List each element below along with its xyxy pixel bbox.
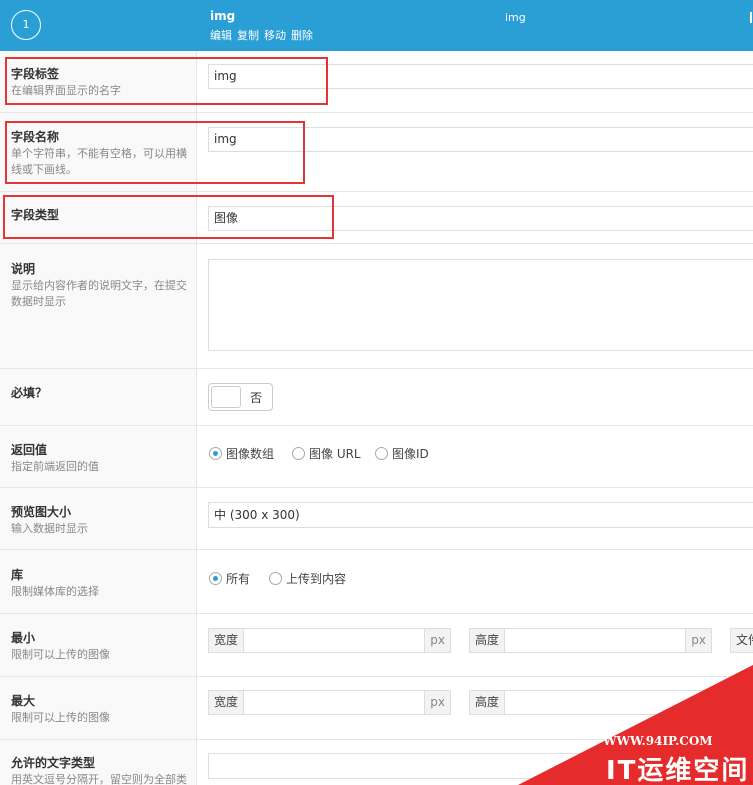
header-edge-marker (750, 12, 752, 23)
row-required: 必填？ 否 (0, 369, 753, 426)
row-return-value: 返回值 指定前端返回的值 图像数组 图像 URL 图像ID (0, 426, 753, 488)
field-header[interactable]: 1 img 编辑 复制 移动 删除 img (0, 0, 753, 51)
instructions-desc: 显示给内容作者的说明文字，在提交数据时显示 (11, 279, 187, 308)
radio-label: 图像 URL (309, 447, 361, 461)
toggle-text: 否 (250, 391, 263, 405)
radio-dot (209, 447, 222, 460)
library-option-all[interactable]: 所有 (209, 570, 250, 587)
highlight-box-label (5, 57, 328, 105)
required-toggle[interactable]: 否 (208, 383, 273, 411)
field-order-badge: 1 (11, 10, 41, 40)
field-label-title[interactable]: img (210, 9, 235, 23)
row-min: 最小 限制可以上传的图像 宽度 px 高度 px 文件 (0, 614, 753, 677)
return-option-url[interactable]: 图像 URL (292, 445, 361, 462)
file-prefix: 文件 (731, 629, 753, 652)
highlight-box-name (5, 121, 305, 184)
mime-desc: 用英文逗号分隔开，留空则为全部类 (11, 773, 187, 785)
row-max: 最大 限制可以上传的图像 宽度 px 高度 (0, 677, 753, 740)
radio-label: 所有 (226, 572, 251, 586)
mime-title: 允许的文字类型 (11, 756, 96, 770)
row-mime-types: 允许的文字类型 用英文逗号分隔开，留空则为全部类 (0, 740, 753, 785)
max-height-input[interactable]: 高度 (469, 690, 712, 715)
min-title: 最小 (11, 631, 36, 645)
highlight-box-type (3, 195, 334, 239)
instructions-textarea[interactable] (208, 259, 753, 351)
duplicate-link[interactable]: 复制 (237, 29, 259, 42)
max-width-input[interactable]: 宽度 px (208, 690, 451, 715)
radio-dot (292, 447, 305, 460)
width-prefix: 宽度 (209, 629, 245, 652)
radio-dot (375, 447, 388, 460)
height-prefix: 高度 (470, 691, 506, 714)
radio-label: 上传到内容 (286, 572, 347, 586)
preview-title: 预览图大小 (11, 505, 72, 519)
field-name-title: img (505, 11, 526, 24)
row-preview-size: 预览图大小 输入数据时显示 中 (300 x 300) (0, 488, 753, 550)
radio-label: 图像ID (392, 447, 429, 461)
row-label-cell (0, 550, 197, 613)
preview-size-select[interactable]: 中 (300 x 300) (208, 502, 753, 528)
radio-dot (269, 572, 282, 585)
library-title: 库 (11, 568, 24, 582)
row-library: 库 限制媒体库的选择 所有 上传到内容 (0, 550, 753, 614)
library-desc: 限制媒体库的选择 (11, 585, 99, 598)
preview-desc: 输入数据时显示 (11, 522, 88, 535)
max-title: 最大 (11, 694, 36, 708)
library-option-uploaded[interactable]: 上传到内容 (269, 570, 346, 587)
delete-link[interactable]: 删除 (291, 29, 313, 42)
min-desc: 限制可以上传的图像 (11, 648, 110, 661)
return-desc: 指定前端返回的值 (11, 460, 99, 473)
max-desc: 限制可以上传的图像 (11, 711, 110, 724)
mime-types-input[interactable] (208, 753, 753, 779)
return-option-id[interactable]: 图像ID (375, 445, 429, 462)
min-filesize-input[interactable]: 文件 (730, 628, 753, 653)
row-instructions: 说明 显示给内容作者的说明文字，在提交数据时显示 (0, 244, 753, 369)
px-suffix: px (424, 691, 450, 714)
height-prefix: 高度 (470, 629, 506, 652)
toggle-knob (211, 386, 241, 408)
min-width-input[interactable]: 宽度 px (208, 628, 451, 653)
move-link[interactable]: 移动 (264, 29, 286, 42)
px-suffix: px (685, 629, 711, 652)
return-option-array[interactable]: 图像数组 (209, 445, 274, 462)
field-actions: 编辑 复制 移动 删除 (210, 27, 318, 43)
width-prefix: 宽度 (209, 691, 245, 714)
edit-link[interactable]: 编辑 (210, 29, 232, 42)
return-title: 返回值 (11, 443, 48, 457)
radio-dot (209, 572, 222, 585)
radio-label: 图像数组 (226, 447, 275, 461)
required-title: 必填？ (11, 386, 48, 400)
instructions-title: 说明 (11, 262, 36, 276)
min-height-input[interactable]: 高度 px (469, 628, 712, 653)
px-suffix: px (424, 629, 450, 652)
